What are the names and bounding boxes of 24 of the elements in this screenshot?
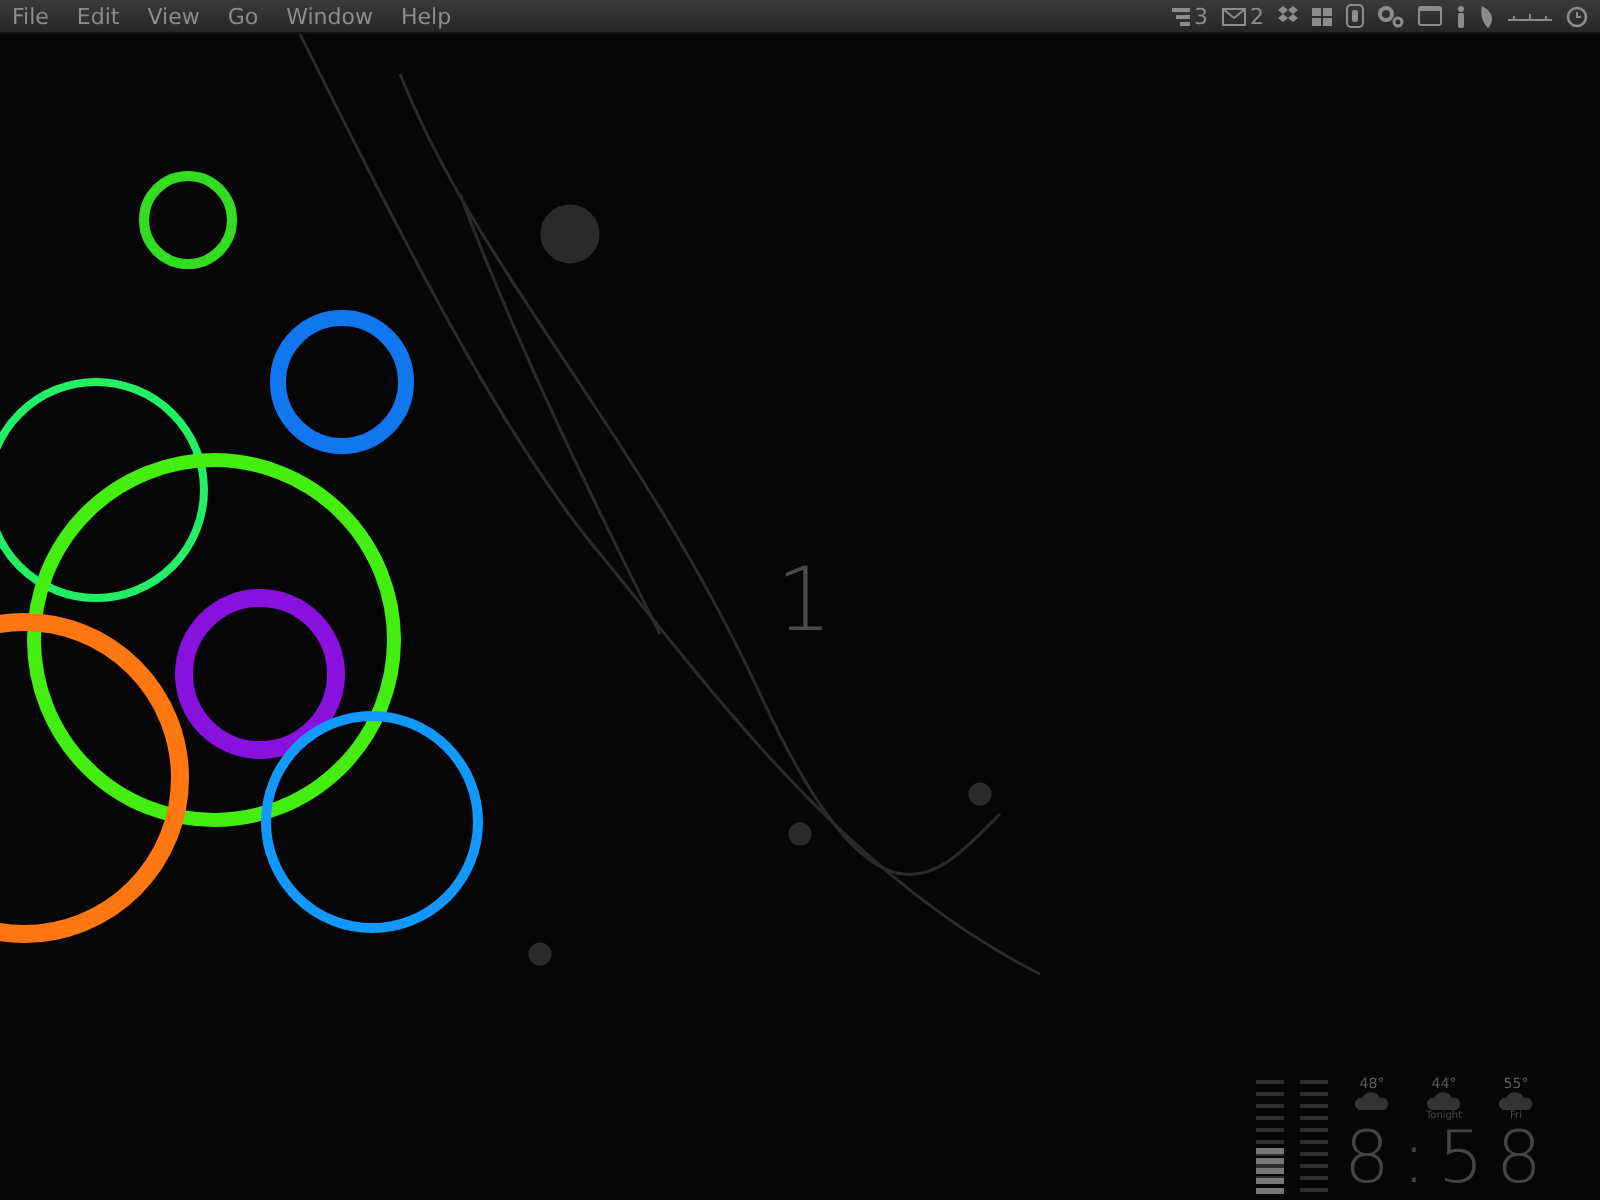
level-meter — [1300, 1076, 1328, 1196]
menu-item[interactable]: Help — [400, 3, 452, 29]
leaf-icon[interactable] — [1480, 5, 1494, 27]
clock-icon[interactable] — [1566, 5, 1588, 27]
status-count: 3 — [1194, 3, 1208, 29]
clock-time: 8:58 — [1344, 1124, 1556, 1196]
cloud-icon — [1426, 1092, 1462, 1110]
status-count: 2 — [1250, 3, 1264, 29]
figure-icon[interactable] — [1456, 5, 1466, 27]
menu-item[interactable]: File — [12, 3, 49, 29]
gears-icon[interactable] — [1378, 5, 1404, 27]
menu-item[interactable]: Window — [286, 3, 373, 29]
mail-icon[interactable] — [1222, 7, 1246, 25]
battery-icon[interactable] — [1346, 4, 1364, 28]
level-meter — [1256, 1076, 1284, 1196]
space-number: 1 — [776, 550, 832, 652]
cloud-icon — [1498, 1092, 1534, 1110]
window-icon[interactable] — [1418, 6, 1442, 26]
menu-item[interactable]: View — [147, 3, 200, 29]
grid-icon[interactable] — [1312, 7, 1332, 25]
menu-item[interactable]: Go — [227, 3, 259, 29]
menu-item[interactable]: Edit — [76, 3, 120, 29]
cloud-icon — [1354, 1092, 1390, 1110]
list-icon[interactable] — [1172, 7, 1190, 25]
